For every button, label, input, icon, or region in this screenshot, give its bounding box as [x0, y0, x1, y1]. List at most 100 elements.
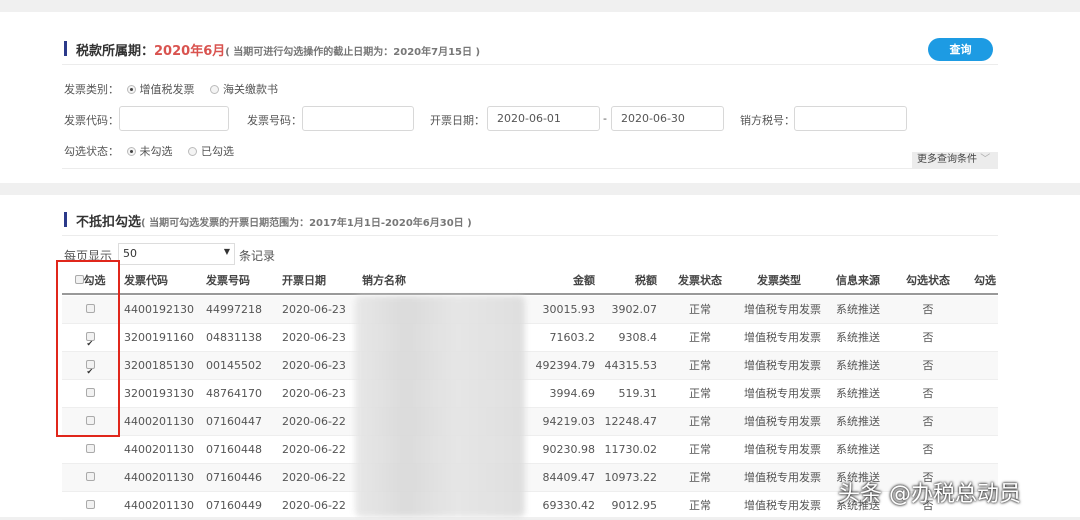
column-label: 销方名称 [362, 274, 406, 287]
column-header: 信息来源 [824, 267, 892, 295]
cell-type: 增值税专用发票 [744, 387, 821, 400]
cell-number: 07160449 [206, 499, 262, 512]
table-row[interactable]: 3200193130 48764170 2020-06-23 3994.69 519.3… [62, 380, 998, 408]
query-button[interactable]: 查询 [928, 38, 993, 61]
date-from-input[interactable]: 2020-06-01 [487, 106, 600, 131]
column-header: 勾选状态 [900, 267, 956, 295]
cell-select[interactable] [70, 436, 110, 464]
column-label: 发票号码 [206, 274, 250, 287]
cell-status: 正常 [689, 443, 711, 456]
table-row[interactable]: 3200185130001455022020-06-23492394.79443… [62, 352, 998, 386]
redacted-seller-names [355, 296, 525, 517]
cell-date: 2020-06-22 [282, 471, 346, 484]
date-separator: - [603, 112, 607, 125]
cell-source: 系统推送 [836, 303, 880, 316]
column-label: 发票代码 [124, 274, 168, 287]
cell-date: 2020-06-23 [282, 359, 346, 372]
column-label: 税额 [635, 274, 657, 287]
cell-select[interactable] [70, 464, 110, 492]
row-checkbox[interactable] [85, 472, 95, 481]
divider [62, 168, 998, 169]
cell-tax: 44315.53 [604, 359, 658, 372]
column-header: 发票号码 [206, 267, 276, 295]
invoice-category-label: 发票类别： [64, 83, 119, 96]
column-header: 发票类型 [744, 267, 814, 295]
list-note: ( 当期可勾选发票的开票日期范围为：2017年1月1日-2020年6月30日 ) [141, 218, 472, 229]
page-size-select[interactable]: 50 ▼ [118, 243, 235, 265]
column-label: 发票状态 [678, 274, 722, 287]
title-bar [64, 212, 67, 227]
more-conditions-button[interactable]: 更多查询条件 ﹀ [912, 152, 998, 168]
cell-code: 4400201130 [124, 415, 194, 428]
cell-status: 正常 [689, 499, 711, 512]
dropdown-arrow-icon: ▼ [223, 247, 230, 256]
invoice-category-row: 发票类别： 增值税发票 海关缴款书 [64, 81, 278, 97]
radio-checked[interactable]: 已勾选 [188, 145, 234, 158]
cell-date: 2020-06-23 [282, 387, 346, 400]
table-row[interactable]: 3200191160048311382020-06-2371603.29308.… [62, 324, 998, 358]
cell-source: 系统推送 [836, 387, 880, 400]
page-size-suffix: 条记录 [239, 249, 276, 263]
column-label: 信息来源 [836, 274, 880, 287]
invoice-number-label: 发票号码： [247, 114, 302, 127]
table-row[interactable]: 4400201130 07160448 2020-06-22 90230.98 1173… [62, 436, 998, 464]
radio-label: 未勾选 [139, 145, 173, 158]
cell-tax: 3902.07 [611, 303, 658, 316]
column-label: 勾选状态 [906, 274, 950, 287]
cell-number: 04831138 [206, 331, 262, 344]
cell-code: 3200185130 [124, 359, 194, 372]
row-checkbox[interactable] [85, 500, 95, 509]
divider [62, 64, 998, 65]
cell-select[interactable] [70, 492, 110, 520]
cell-status: 正常 [689, 415, 711, 428]
table-row[interactable]: 4400201130 07160447 2020-06-22 94219.03 1224… [62, 408, 998, 436]
cell-check-status: 否 [922, 415, 934, 428]
cell-code: 4400201130 [124, 443, 194, 456]
period-value: 2020年6月 [154, 44, 226, 59]
table-row[interactable]: 4400192130 44997218 2020-06-23 30015.93 3902… [62, 296, 998, 324]
column-header: 税额 [602, 267, 657, 295]
column-header: 金额 [502, 267, 595, 295]
cell-code: 4400201130 [124, 471, 194, 484]
radio-vat-invoice[interactable]: 增值税发票 [126, 83, 195, 96]
cell-number: 00145502 [206, 359, 262, 372]
radio-icon [126, 85, 136, 94]
table-header: 勾选 发票代码 发票号码 开票日期 销方名称 金额 税额 发票状态 发票类型 信息来源 勾选状态 勾选 [62, 267, 998, 295]
cell-date: 2020-06-22 [282, 415, 346, 428]
cell-number: 07160447 [206, 415, 262, 428]
radio-icon [210, 85, 219, 94]
watermark: 头条 @办税总动员 [838, 482, 1021, 507]
cell-check-status: 否 [922, 331, 934, 344]
chevron-down-icon: ﹀ [980, 154, 991, 165]
cell-source: 系统推送 [836, 359, 880, 372]
column-header: 发票代码 [124, 267, 200, 295]
page-size-value: 50 [123, 247, 137, 260]
cell-status: 正常 [689, 303, 711, 316]
title-bar [64, 41, 67, 56]
seller-tax-id-input[interactable] [794, 106, 907, 131]
column-header: 勾选 [974, 267, 1014, 295]
radio-customs[interactable]: 海关缴款书 [210, 83, 278, 96]
cell-tax: 519.31 [618, 387, 658, 400]
invoice-number-input[interactable] [302, 106, 414, 131]
column-label: 开票日期 [282, 274, 326, 287]
highlight-box [56, 260, 120, 437]
radio-icon [188, 147, 197, 156]
period-note: ( 当期可进行勾选操作的截止日期为：2020年7月15日 ) [225, 47, 481, 58]
issue-date-label: 开票日期： [430, 114, 485, 127]
cell-type: 增值税专用发票 [744, 499, 821, 512]
radio-label: 增值税发票 [139, 83, 195, 96]
invoice-code-input[interactable] [119, 106, 229, 131]
row-checkbox[interactable] [85, 444, 95, 453]
radio-unchecked[interactable]: 未勾选 [126, 145, 173, 158]
cell-status: 正常 [689, 331, 711, 344]
cell-date: 2020-06-22 [282, 499, 346, 512]
divider [62, 235, 998, 236]
date-to-input[interactable]: 2020-06-30 [611, 106, 724, 131]
cell-type: 增值税专用发票 [744, 359, 821, 372]
cell-date: 2020-06-23 [282, 331, 346, 344]
cell-check-status: 否 [922, 359, 934, 372]
column-header: 发票状态 [670, 267, 730, 295]
column-label: 勾选 [974, 274, 996, 287]
cell-status: 正常 [689, 471, 711, 484]
